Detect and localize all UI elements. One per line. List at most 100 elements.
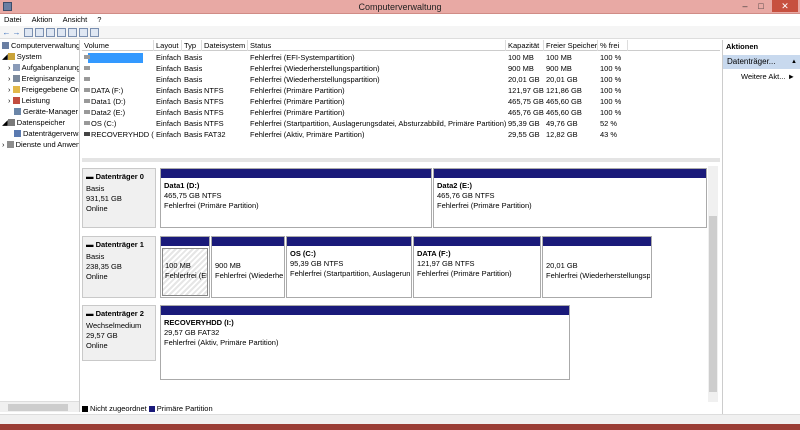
tree-item-device-manager[interactable]: Geräte-Manager bbox=[14, 107, 79, 117]
disk-icon: ▬ bbox=[86, 172, 96, 181]
back-arrow-icon[interactable]: ← bbox=[2, 28, 11, 37]
view-icon[interactable] bbox=[90, 28, 99, 37]
collapse-arrow-icon[interactable]: ▲ bbox=[791, 55, 797, 69]
export-icon[interactable] bbox=[68, 28, 77, 37]
tree-item-performance[interactable]: › Leistung bbox=[8, 96, 79, 106]
cell-layout: Einfach bbox=[156, 53, 182, 62]
tree-item-system[interactable]: ◢ System bbox=[2, 52, 79, 62]
disk-0-label[interactable]: ▬ Datenträger 0 Basis 931,51 GB Online bbox=[82, 168, 156, 228]
partition-efi[interactable]: 100 MB Fehlerfrei (EFI bbox=[160, 236, 210, 298]
tree-item-label: Ereignisanzeige bbox=[21, 74, 75, 83]
menu-help[interactable]: ? bbox=[97, 14, 101, 26]
partition-os[interactable]: OS (C:) 95,39 GB NTFS Fehlerfrei (Startp… bbox=[286, 236, 412, 298]
refresh-icon[interactable] bbox=[79, 28, 88, 37]
close-button[interactable]: ✕ bbox=[772, 0, 798, 12]
drive-icon bbox=[84, 55, 90, 59]
tree-item-disk-management[interactable]: Datenträgerverwaltung bbox=[14, 129, 79, 139]
table-row[interactable]: DATA (F:) Einfach Basis NTFS Fehlerfrei … bbox=[82, 85, 720, 96]
table-row[interactable]: Data2 (E:) Einfach Basis NTFS Fehlerfrei… bbox=[82, 107, 720, 118]
disk-2-label[interactable]: ▬ Datenträger 2 Wechselmedium 29,57 GB O… bbox=[82, 305, 156, 361]
performance-icon bbox=[12, 97, 20, 104]
cell-filesystem bbox=[202, 52, 248, 63]
primary-partition-bar bbox=[434, 169, 706, 178]
partition-data1[interactable]: Data1 (D:) 465,75 GB NTFS Fehlerfrei (Pr… bbox=[160, 168, 432, 228]
disk-icon[interactable] bbox=[57, 28, 66, 37]
toolbar: ← → bbox=[0, 26, 800, 39]
disk-size: 931,51 GB bbox=[86, 194, 122, 203]
volume-table: Volume Layout Typ Dateisystem Status Kap… bbox=[82, 40, 720, 158]
cell-volume: Data1 (D:) bbox=[82, 96, 154, 107]
scrollbar-thumb[interactable] bbox=[709, 216, 717, 392]
partition-status: Fehlerfrei (Primäre Partition) bbox=[417, 269, 512, 278]
column-header-free-space[interactable]: Freier Speicher bbox=[544, 40, 598, 51]
partition-status: Fehlerfrei (Startpartition, Auslagerun bbox=[290, 269, 410, 278]
cell-percent-free: 100 % bbox=[600, 97, 622, 106]
legend: Nicht zugeordnet Primäre Partition bbox=[82, 404, 720, 414]
table-row[interactable]: Einfach Basis Fehlerfrei (Wiederherstell… bbox=[82, 63, 720, 74]
column-header-volume[interactable]: Volume bbox=[82, 40, 154, 51]
table-row[interactable]: Einfach Basis Fehlerfrei (Wiederherstell… bbox=[82, 74, 720, 85]
cell-layout: Einfach bbox=[156, 97, 182, 106]
tree-item-services-applications[interactable]: › Dienste und Anwendungen bbox=[2, 140, 79, 150]
disk-state: Online bbox=[86, 341, 108, 350]
cell-filesystem bbox=[202, 63, 248, 74]
table-row[interactable]: OS (C:) Einfach Basis NTFS Fehlerfrei (S… bbox=[82, 118, 720, 129]
table-row[interactable]: RECOVERYHDD (I:) Einfach Basis FAT32 Feh… bbox=[82, 129, 720, 140]
tree-horizontal-scrollbar[interactable] bbox=[0, 401, 79, 412]
tree-item-label: Leistung bbox=[21, 96, 50, 105]
partition-data2[interactable]: Data2 (E:) 465,76 GB NTFS Fehlerfrei (Pr… bbox=[433, 168, 707, 228]
expand-icon[interactable]: › bbox=[2, 140, 5, 149]
cell-type: Basis bbox=[184, 86, 202, 95]
cell-capacity: 465,75 GB bbox=[508, 97, 544, 106]
partition-recovery-900mb[interactable]: 900 MB Fehlerfrei (Wiederher bbox=[211, 236, 285, 298]
primary-partition-bar bbox=[414, 237, 540, 246]
cell-free-space: 12,82 GB bbox=[546, 130, 578, 139]
more-actions-link[interactable]: Weitere Akt... ► bbox=[741, 72, 799, 82]
table-row[interactable]: Einfach Basis Fehlerfrei (EFI-Systempart… bbox=[82, 52, 720, 63]
menu-datei[interactable]: Datei bbox=[4, 14, 22, 26]
minimize-button[interactable]: – bbox=[738, 0, 752, 12]
actions-section-disk-management[interactable]: Datenträger... ▲ bbox=[723, 55, 800, 69]
cell-volume: Data2 (E:) bbox=[82, 107, 154, 118]
tree-item-task-scheduler[interactable]: › Aufgabenplanung bbox=[8, 63, 79, 73]
expand-icon[interactable]: › bbox=[8, 74, 11, 83]
submenu-arrow-icon: ► bbox=[787, 72, 795, 81]
column-header-filesystem[interactable]: Dateisystem bbox=[202, 40, 248, 51]
maximize-button[interactable]: □ bbox=[754, 0, 768, 12]
cell-capacity: 100 MB bbox=[508, 53, 534, 62]
cell-filesystem: FAT32 bbox=[204, 130, 226, 139]
disk-area-vertical-scrollbar[interactable] bbox=[708, 166, 718, 402]
services-icon bbox=[6, 141, 14, 148]
forward-arrow-icon[interactable]: → bbox=[12, 28, 21, 37]
expand-icon[interactable]: › bbox=[8, 96, 11, 105]
partition-size: 29,57 GB FAT32 bbox=[164, 328, 220, 337]
disk-1-label[interactable]: ▬ Datenträger 1 Basis 238,35 GB Online bbox=[82, 236, 156, 298]
expand-icon[interactable]: › bbox=[8, 63, 11, 72]
partition-recovery-20gb[interactable]: 20,01 GB Fehlerfrei (Wiederherstellungsp… bbox=[542, 236, 652, 298]
column-header-capacity[interactable]: Kapazität bbox=[506, 40, 544, 51]
tree-item-computer-management[interactable]: Computerverwaltung bbox=[2, 41, 79, 51]
column-header-type[interactable]: Typ bbox=[182, 40, 202, 51]
partition-status: Fehlerfrei (Wiederherstellungspa bbox=[546, 271, 650, 280]
partition-recoveryhdd[interactable]: RECOVERYHDD (I:) 29,57 GB FAT32 Fehlerfr… bbox=[160, 305, 570, 380]
tree-item-event-viewer[interactable]: › Ereignisanzeige bbox=[8, 74, 79, 84]
cell-percent-free: 43 % bbox=[600, 130, 618, 139]
partition-name: Data1 (D:) bbox=[164, 181, 200, 190]
menu-ansicht[interactable]: Ansicht bbox=[63, 14, 88, 26]
partition-data-f[interactable]: DATA (F:) 121,97 GB NTFS Fehlerfrei (Pri… bbox=[413, 236, 541, 298]
table-row[interactable]: Data1 (D:) Einfach Basis NTFS Fehlerfrei… bbox=[82, 96, 720, 107]
help-icon[interactable] bbox=[46, 28, 55, 37]
actions-pane: Aktionen Datenträger... ▲ Weitere Akt...… bbox=[722, 40, 800, 414]
tree-item-storage[interactable]: ◢ Datenspeicher bbox=[2, 118, 79, 128]
column-header-percent-free[interactable]: % frei bbox=[598, 40, 628, 51]
tree-item-shared-folders[interactable]: › Freigegebene Ordner bbox=[8, 85, 79, 95]
properties-icon[interactable] bbox=[35, 28, 44, 37]
column-header-layout[interactable]: Layout bbox=[154, 40, 182, 51]
partition-size: 20,01 GB bbox=[546, 261, 578, 270]
partition-name: RECOVERYHDD (I:) bbox=[164, 318, 234, 327]
console-tree-icon[interactable] bbox=[24, 28, 33, 37]
column-header-status[interactable]: Status bbox=[248, 40, 506, 51]
expand-icon[interactable]: › bbox=[8, 85, 11, 94]
scrollbar-thumb[interactable] bbox=[8, 404, 68, 411]
menu-aktion[interactable]: Aktion bbox=[32, 14, 53, 26]
